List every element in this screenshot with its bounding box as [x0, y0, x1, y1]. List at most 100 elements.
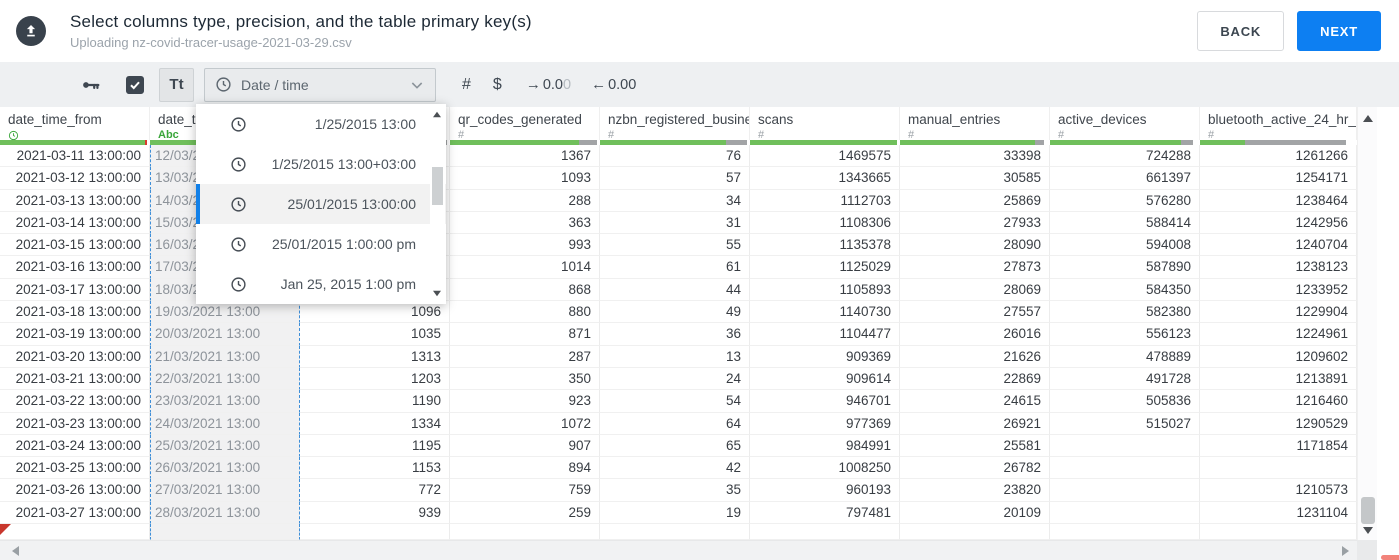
table-cell[interactable]: 24615: [900, 390, 1050, 413]
table-cell[interactable]: 20109: [900, 501, 1050, 525]
table-cell[interactable]: 724288: [1050, 145, 1200, 168]
table-cell[interactable]: 1290529: [1200, 412, 1357, 435]
table-cell[interactable]: 76: [600, 145, 750, 168]
table-cell[interactable]: 20/03/2021 13:00: [150, 323, 300, 346]
column-header[interactable]: scans #: [750, 107, 900, 140]
table-cell[interactable]: 24: [600, 367, 750, 391]
table-cell[interactable]: 363: [450, 211, 600, 235]
table-cell[interactable]: 1072: [450, 412, 600, 435]
table-cell[interactable]: 2021-03-27 13:00:00: [0, 501, 150, 525]
table-cell[interactable]: 1104477: [750, 323, 900, 346]
table-cell[interactable]: 287: [450, 345, 600, 368]
table-cell[interactable]: 25/03/2021 13:00: [150, 434, 300, 458]
vertical-scroll-thumb[interactable]: [1361, 497, 1375, 524]
table-cell[interactable]: 491728: [1050, 367, 1200, 391]
table-cell[interactable]: 939: [300, 501, 450, 525]
table-cell[interactable]: 515027: [1050, 412, 1200, 435]
table-cell[interactable]: 22/03/2021 13:00: [150, 367, 300, 391]
table-cell[interactable]: [1200, 524, 1357, 541]
table-cell[interactable]: 661397: [1050, 167, 1200, 190]
table-cell[interactable]: 588414: [1050, 211, 1200, 235]
table-cell[interactable]: 49: [600, 301, 750, 324]
table-cell[interactable]: 1093: [450, 167, 600, 190]
table-cell[interactable]: 44: [600, 278, 750, 302]
table-cell[interactable]: 1224961: [1200, 323, 1357, 346]
table-cell[interactable]: 984991: [750, 434, 900, 458]
table-cell[interactable]: 288: [450, 189, 600, 212]
table-cell[interactable]: 1203: [300, 367, 450, 391]
table-cell[interactable]: 1190: [300, 390, 450, 413]
table-cell[interactable]: 21626: [900, 345, 1050, 368]
primary-key-icon[interactable]: [80, 74, 102, 96]
table-cell[interactable]: 61: [600, 256, 750, 279]
table-cell[interactable]: 478889: [1050, 345, 1200, 368]
column-header[interactable]: active_devices #: [1050, 107, 1200, 140]
table-cell[interactable]: 946701: [750, 390, 900, 413]
table-cell[interactable]: 1140730: [750, 301, 900, 324]
dropdown-option[interactable]: 1/25/2015 13:00+03:00: [196, 144, 446, 184]
table-cell[interactable]: 1108306: [750, 211, 900, 235]
table-cell[interactable]: 2021-03-26 13:00:00: [0, 479, 150, 502]
table-cell[interactable]: [1050, 501, 1200, 525]
checkbox-checked-icon[interactable]: [126, 75, 144, 94]
table-cell[interactable]: 1261266: [1200, 145, 1357, 168]
table-cell[interactable]: 2021-03-18 13:00:00: [0, 301, 150, 324]
table-cell[interactable]: 42: [600, 457, 750, 480]
table-cell[interactable]: 27933: [900, 211, 1050, 235]
table-cell[interactable]: [1050, 434, 1200, 458]
table-cell[interactable]: 923: [450, 390, 600, 413]
table-cell[interactable]: 1216460: [1200, 390, 1357, 413]
table-cell[interactable]: 25869: [900, 189, 1050, 212]
table-cell[interactable]: 1195: [300, 434, 450, 458]
table-cell[interactable]: 2021-03-16 13:00:00: [0, 256, 150, 279]
number-type-button[interactable]: #: [462, 76, 471, 94]
dropdown-option[interactable]: 25/01/2015 1:00:00 pm: [196, 224, 446, 264]
table-cell[interactable]: [900, 524, 1050, 541]
table-cell[interactable]: 909369: [750, 345, 900, 368]
table-cell[interactable]: 65: [600, 434, 750, 458]
table-cell[interactable]: 2021-03-25 13:00:00: [0, 457, 150, 480]
vertical-scrollbar[interactable]: [1357, 107, 1377, 540]
table-cell[interactable]: [750, 524, 900, 541]
table-cell[interactable]: 55: [600, 234, 750, 257]
table-cell[interactable]: 2021-03-13 13:00:00: [0, 189, 150, 212]
type-select-dropdown[interactable]: Date / time: [204, 67, 436, 102]
table-cell[interactable]: 993: [450, 234, 600, 257]
next-button[interactable]: NEXT: [1297, 11, 1381, 51]
table-cell[interactable]: 871: [450, 323, 600, 346]
column-header[interactable]: nzbn_registered_busine #: [600, 107, 750, 140]
table-cell[interactable]: [1200, 457, 1357, 480]
table-cell[interactable]: [600, 524, 750, 541]
table-cell[interactable]: 772: [300, 479, 450, 502]
table-cell[interactable]: 868: [450, 278, 600, 302]
table-cell[interactable]: [300, 524, 450, 541]
table-cell[interactable]: 1343665: [750, 167, 900, 190]
table-cell[interactable]: 54: [600, 390, 750, 413]
table-cell[interactable]: 1240704: [1200, 234, 1357, 257]
dropdown-scroll-down-icon[interactable]: [433, 290, 441, 297]
table-cell[interactable]: 1125029: [750, 256, 900, 279]
table-cell[interactable]: 30585: [900, 167, 1050, 190]
table-cell[interactable]: [0, 524, 150, 541]
table-cell[interactable]: 259: [450, 501, 600, 525]
table-cell[interactable]: 2021-03-23 13:00:00: [0, 412, 150, 435]
table-cell[interactable]: 28090: [900, 234, 1050, 257]
column-header[interactable]: bluetooth_active_24_hr_ #: [1200, 107, 1357, 140]
increase-decimals-button[interactable]: ← 0.00: [591, 76, 636, 93]
table-cell[interactable]: 1210573: [1200, 479, 1357, 502]
dropdown-scroll-up-icon[interactable]: [433, 111, 441, 118]
table-cell[interactable]: 960193: [750, 479, 900, 502]
table-cell[interactable]: 26/03/2021 13:00: [150, 457, 300, 480]
table-cell[interactable]: 22869: [900, 367, 1050, 391]
table-cell[interactable]: 797481: [750, 501, 900, 525]
scroll-down-icon[interactable]: [1363, 527, 1373, 534]
table-cell[interactable]: 2021-03-12 13:00:00: [0, 167, 150, 190]
table-cell[interactable]: 26016: [900, 323, 1050, 346]
table-cell[interactable]: 350: [450, 367, 600, 391]
dropdown-option[interactable]: 25/01/2015 13:00:00: [196, 184, 446, 224]
table-cell[interactable]: 1105893: [750, 278, 900, 302]
table-cell[interactable]: 33398: [900, 145, 1050, 168]
table-cell[interactable]: 36: [600, 323, 750, 346]
currency-type-button[interactable]: $: [493, 76, 502, 94]
table-cell[interactable]: 26782: [900, 457, 1050, 480]
